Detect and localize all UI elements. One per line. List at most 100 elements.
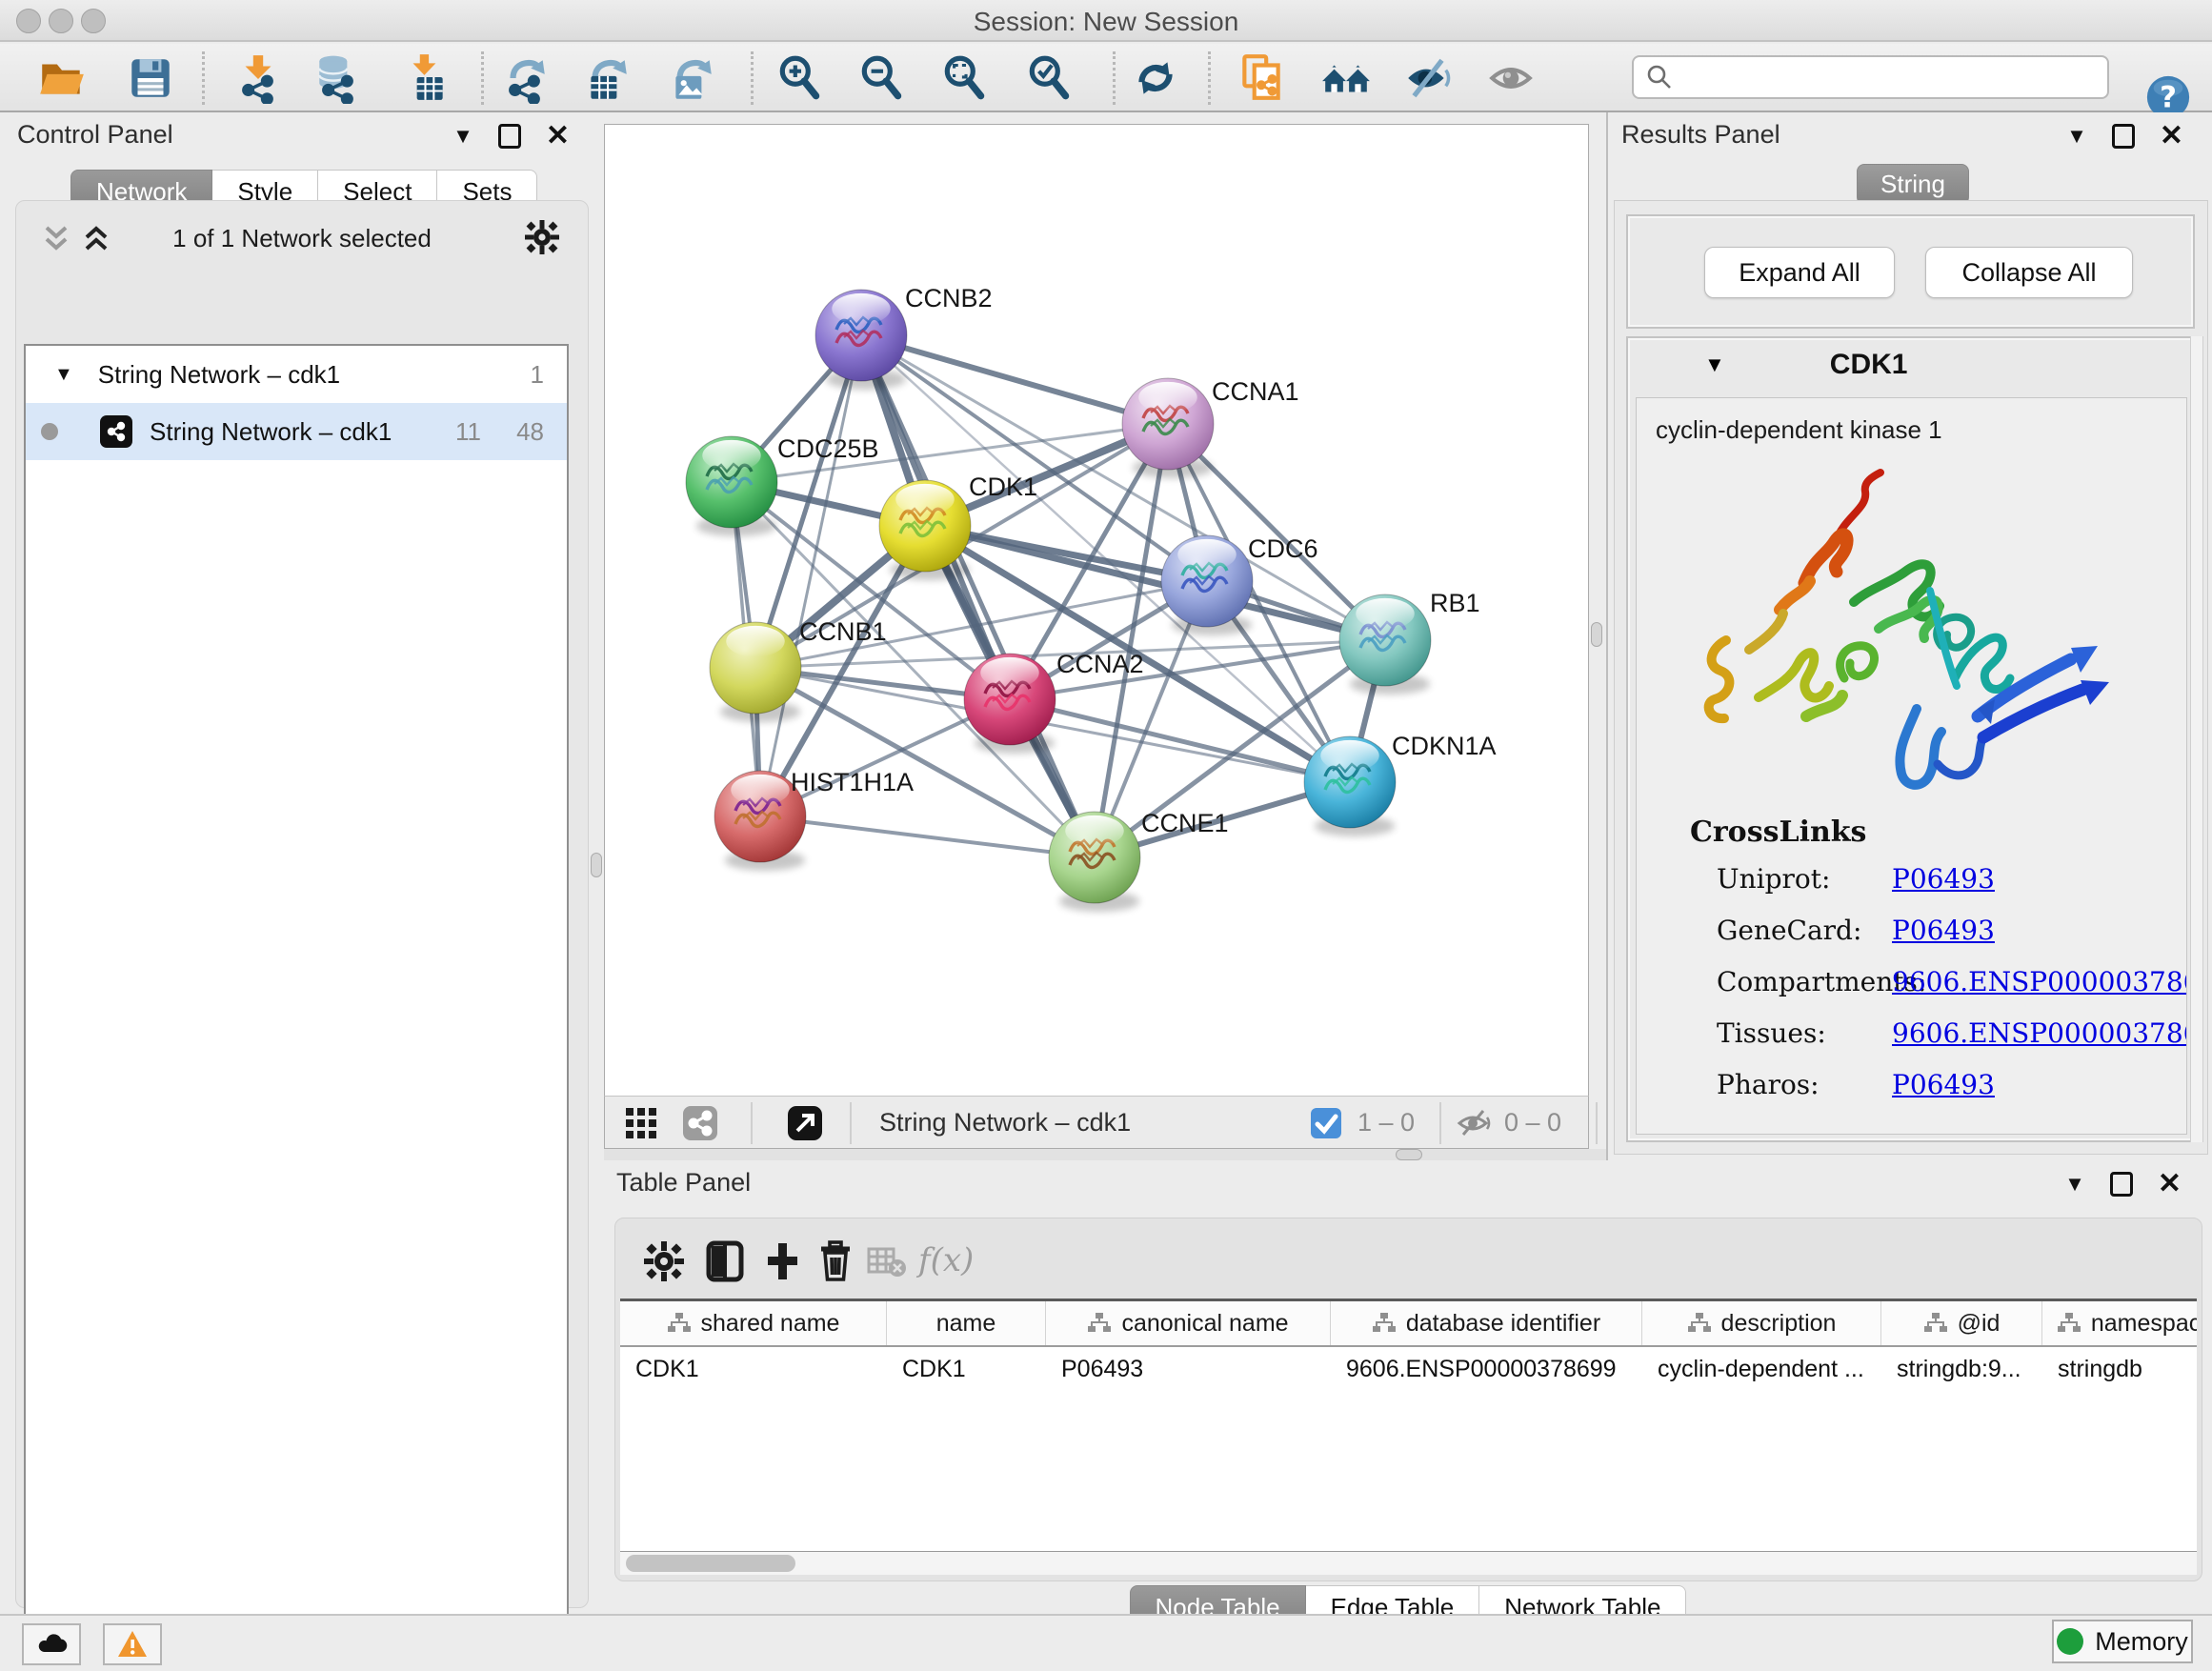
title-bar[interactable]: Session: New Session: [0, 0, 2212, 42]
column-header--id[interactable]: @id: [1881, 1301, 2042, 1345]
string-share-icon[interactable]: [681, 1104, 719, 1142]
main-toolbar: ?: [0, 44, 2212, 112]
table-cell[interactable]: 9606.ENSP00000378699: [1331, 1347, 1642, 1391]
results-scrollbar[interactable]: [2190, 336, 2203, 1142]
hidden-count: 0 – 0: [1504, 1108, 1561, 1137]
export-table-icon[interactable]: [581, 52, 633, 104]
results-panel-body: Expand All Collapse All ▼ CDK1 cyclin-de…: [1614, 200, 2208, 1155]
table-cell[interactable]: cyclin-dependent ...: [1642, 1347, 1881, 1391]
panel-minimize-icon[interactable]: ▼: [452, 124, 473, 149]
open-file-icon[interactable]: [36, 52, 88, 104]
panel-minimize-icon[interactable]: ▼: [2064, 1172, 2085, 1197]
toolbar-separator: [1113, 51, 1116, 105]
crosslink-link[interactable]: P06493: [1892, 915, 1995, 946]
show-columns-icon[interactable]: [703, 1239, 747, 1283]
search-input[interactable]: [1681, 63, 2107, 92]
gene-description: cyclin-dependent kinase 1: [1656, 415, 1942, 445]
table-cell[interactable]: CDK1: [620, 1347, 887, 1391]
table-cell[interactable]: P06493: [1046, 1347, 1331, 1391]
export-image-icon[interactable]: [666, 52, 717, 104]
delete-column-icon[interactable]: [814, 1239, 857, 1283]
node-CCNB1[interactable]: [710, 622, 801, 722]
network-panel-body: 1 of 1 Network selected ▼ String Network…: [15, 200, 589, 1608]
network-row[interactable]: String Network – cdk1 11 48: [26, 403, 567, 460]
collapse-all-button[interactable]: Collapse All: [1925, 247, 2133, 298]
crosslink-link[interactable]: 9606.ENSP00000378699: [1892, 1017, 2187, 1049]
string-home-icon[interactable]: [1320, 52, 1372, 104]
network-options-gear-icon[interactable]: [523, 218, 561, 261]
collection-label: String Network – cdk1: [98, 360, 340, 390]
hide-selected-icon[interactable]: [1402, 52, 1454, 104]
column-header-namespace[interactable]: namespace: [2042, 1301, 2197, 1345]
search-box[interactable]: [1632, 55, 2109, 99]
tab-string[interactable]: String: [1857, 164, 1969, 205]
network-view-canvas[interactable]: CCNB2CCNA1CDC25BCDK1CDC6RB1CCNB1CCNA2CDK…: [604, 124, 1589, 1096]
table-cell[interactable]: CDK1: [887, 1347, 1046, 1391]
node-CDC6[interactable]: [1161, 535, 1253, 635]
node-label-CCNB2: CCNB2: [905, 284, 993, 312]
bottom-splitter-handle[interactable]: [1396, 1149, 1422, 1160]
toolbar-separator: [481, 51, 484, 105]
gene-collapse-icon[interactable]: ▼: [1704, 352, 1725, 377]
open-in-new-window-icon[interactable]: [786, 1104, 824, 1142]
column-header-database-identifier[interactable]: database identifier: [1331, 1301, 1642, 1345]
crosslink-label: Tissues:: [1717, 1017, 1826, 1049]
network-edge-count: 48: [516, 417, 544, 447]
panel-float-icon[interactable]: [2112, 124, 2135, 149]
table-options-gear-icon[interactable]: [642, 1239, 686, 1283]
import-network-file-icon[interactable]: [232, 52, 284, 104]
zoom-fit-content-icon[interactable]: [939, 52, 991, 104]
selected-checkbox-icon[interactable]: [1307, 1104, 1345, 1142]
gene-section-header[interactable]: ▼ CDK1: [1628, 338, 2193, 392]
network-collection-row[interactable]: ▼ String Network – cdk1 1: [26, 346, 567, 403]
panel-close-icon[interactable]: ✕: [2158, 1172, 2182, 1197]
node-CDK1[interactable]: [879, 480, 971, 580]
table-cell[interactable]: stringdb: [2042, 1347, 2197, 1391]
column-header-description[interactable]: description: [1642, 1301, 1881, 1345]
birdseye-grid-icon[interactable]: [622, 1104, 660, 1142]
show-all-icon[interactable]: [1485, 52, 1537, 104]
warning-status-button[interactable]: [103, 1623, 162, 1665]
memory-button[interactable]: Memory: [2052, 1620, 2193, 1663]
import-table-icon[interactable]: [400, 52, 452, 104]
cloud-status-button[interactable]: [22, 1623, 81, 1665]
network-canvas-svg: CCNB2CCNA1CDC25BCDK1CDC6RB1CCNB1CCNA2CDK…: [605, 125, 1590, 1097]
column-header-name[interactable]: name: [887, 1301, 1046, 1345]
table-hscroll-thumb[interactable]: [626, 1555, 795, 1572]
table-panel-body: f(x) shared namenamecanonical namedataba…: [614, 1218, 2202, 1581]
zoom-in-icon[interactable]: [774, 52, 826, 104]
crosslink-link[interactable]: P06493: [1892, 1069, 1995, 1100]
table-row[interactable]: CDK1CDK1P064939606.ENSP00000378699cyclin…: [620, 1347, 2197, 1391]
copy-network-icon[interactable]: [1236, 52, 1287, 104]
column-header-shared-name[interactable]: shared name: [620, 1301, 887, 1345]
crosslink-link[interactable]: 9606.ENSP00000378699: [1892, 966, 2187, 997]
collection-collapse-icon[interactable]: ▼: [54, 364, 73, 386]
expand-all-button[interactable]: Expand All: [1704, 247, 1895, 298]
refresh-icon[interactable]: [1130, 52, 1181, 104]
export-network-icon[interactable]: [499, 52, 551, 104]
crosslink-link[interactable]: P06493: [1892, 863, 1995, 895]
panel-float-icon[interactable]: [2110, 1172, 2133, 1197]
network-list-toolbar: 1 of 1 Network selected: [16, 218, 588, 258]
panel-float-icon[interactable]: [498, 124, 521, 149]
network-list: ▼ String Network – cdk1 1 String Network…: [24, 344, 569, 1662]
save-session-icon[interactable]: [125, 52, 176, 104]
panel-minimize-icon[interactable]: ▼: [2066, 124, 2087, 149]
left-splitter-handle[interactable]: [591, 853, 602, 877]
node-CCNE1[interactable]: [1049, 812, 1140, 912]
node-label-CDC6: CDC6: [1248, 534, 1318, 563]
column-header-canonical-name[interactable]: canonical name: [1046, 1301, 1331, 1345]
node-CCNA1[interactable]: [1122, 378, 1214, 478]
table-cell[interactable]: stringdb:9...: [1881, 1347, 2042, 1391]
node-CDKN1A[interactable]: [1304, 736, 1396, 836]
node-CDC25B[interactable]: [686, 436, 777, 536]
node-RB1[interactable]: [1339, 594, 1431, 695]
zoom-out-icon[interactable]: [856, 52, 908, 104]
import-network-database-icon[interactable]: [312, 52, 364, 104]
panel-close-icon[interactable]: ✕: [2160, 124, 2183, 149]
panel-close-icon[interactable]: ✕: [546, 124, 570, 149]
zoom-selected-icon[interactable]: [1024, 52, 1076, 104]
right-splitter-handle[interactable]: [1591, 622, 1602, 647]
create-column-icon[interactable]: [760, 1239, 804, 1283]
cytoscape-window: Session: New Session ? Control Panel: [0, 0, 2212, 1671]
